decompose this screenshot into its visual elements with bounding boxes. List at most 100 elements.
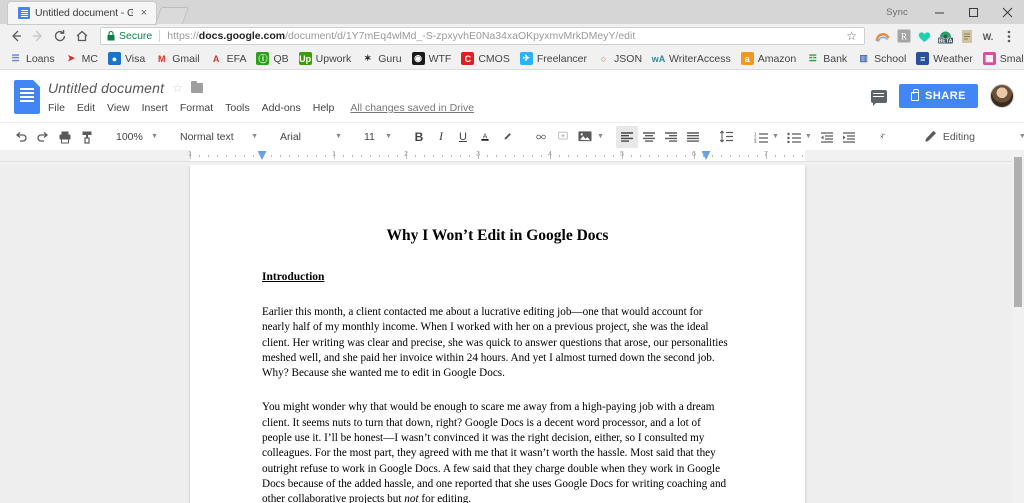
reload-icon[interactable]	[50, 26, 70, 46]
bookmark-bank[interactable]: ☲ Bank	[801, 50, 852, 68]
back-icon[interactable]	[6, 26, 26, 46]
ruler-tick	[451, 155, 452, 157]
bookmark-label: JSON	[614, 52, 643, 65]
editing-mode-select[interactable]: Editing	[924, 130, 975, 143]
bookmark-visa[interactable]: ● Visa	[103, 50, 150, 68]
ruler-tick	[568, 155, 569, 157]
bookmark-school[interactable]: ▥ School	[852, 50, 911, 68]
insert-image-button[interactable]	[574, 126, 596, 148]
bookmark-upwork[interactable]: Up Upwork	[294, 50, 357, 68]
ruler[interactable]: 1 1 2 3 4 5 6 7	[0, 150, 1024, 162]
avatar[interactable]	[990, 84, 1014, 108]
menu-help[interactable]: Help	[307, 102, 341, 114]
menu-edit[interactable]: Edit	[71, 102, 101, 114]
menu-format[interactable]: Format	[174, 102, 219, 114]
ruler-tick	[730, 155, 731, 157]
print-button[interactable]	[54, 126, 76, 148]
add-comment-button[interactable]	[552, 126, 574, 148]
bookmark-star-icon[interactable]: ☆	[843, 29, 860, 43]
zoom-select[interactable]: 100% ▼	[110, 126, 162, 148]
redo-button[interactable]	[32, 126, 54, 148]
w-extension-icon[interactable]: W.	[978, 27, 997, 46]
chevron-down-icon: ▼	[385, 133, 392, 140]
font-family-select[interactable]: Arial ▼	[274, 126, 346, 148]
chevron-down-icon[interactable]: ▼	[597, 133, 604, 140]
chrome-menu-icon[interactable]	[999, 27, 1018, 46]
address-bar[interactable]: Secure https://docs.google.com/document/…	[100, 27, 865, 45]
align-justify-button[interactable]	[682, 126, 704, 148]
bookmark-wtf[interactable]: ◉ WTF	[407, 50, 457, 68]
pdf-extension-icon[interactable]	[957, 27, 976, 46]
bookmark-amazon[interactable]: a Amazon	[736, 50, 802, 68]
page-title[interactable]: Untitled document	[48, 80, 164, 96]
ruler-tick	[442, 155, 443, 157]
tab-untitled-document[interactable]: Untitled document - Goo ×	[8, 2, 156, 24]
close-window-icon[interactable]	[990, 0, 1024, 24]
new-tab-button[interactable]	[154, 7, 190, 24]
font-size-select[interactable]: 11 ▼	[358, 126, 396, 148]
menu-tools[interactable]: Tools	[219, 102, 256, 114]
bookmark-qb[interactable]: ⓘ QB	[251, 50, 293, 68]
bookmark-mc[interactable]: ➤ MC	[60, 50, 103, 68]
left-indent-marker[interactable]	[257, 151, 267, 160]
google-docs-logo-icon[interactable]	[14, 80, 40, 114]
star-icon[interactable]: ☆	[172, 81, 183, 95]
text-color-button[interactable]: A	[474, 126, 496, 148]
save-status[interactable]: All changes saved in Drive	[350, 102, 474, 114]
bookmark-smallpdf[interactable]: ▦SmallPDF	[978, 50, 1024, 68]
comment-icon[interactable]	[870, 89, 887, 106]
bookmark-icon: ✶	[363, 53, 372, 63]
bookmark-icon: ≡	[916, 52, 930, 65]
underline-button[interactable]: U	[452, 126, 474, 148]
minimize-icon[interactable]	[922, 0, 956, 24]
document-page[interactable]: Why I Won’t Edit in Google Docs Introduc…	[190, 165, 805, 503]
bookmark-loans[interactable]: ☰ Loans	[4, 50, 60, 68]
chevron-down-icon[interactable]: ▼	[772, 133, 779, 140]
chevron-down-icon[interactable]: ▼	[805, 133, 812, 140]
url-text: https://docs.google.com/document/d/1Y7mE…	[167, 30, 839, 42]
gray-box-extension-icon[interactable]: R	[894, 27, 913, 46]
italic-button[interactable]: I	[430, 126, 452, 148]
increase-indent-button[interactable]	[838, 126, 860, 148]
rainbow-arc-extension-icon[interactable]	[873, 27, 892, 46]
menu-file[interactable]: File	[48, 102, 71, 114]
bookmark-writeraccess[interactable]: wA WriterAccess	[647, 50, 736, 68]
share-button[interactable]: SHARE	[898, 84, 978, 108]
bookmark-weather[interactable]: ≡ Weather	[911, 50, 978, 68]
move-to-folder-icon[interactable]	[191, 80, 204, 93]
vertical-scrollbar[interactable]	[1012, 157, 1024, 503]
align-left-button[interactable]	[615, 125, 638, 148]
bookmark-json[interactable]: ○ JSON	[592, 50, 647, 68]
decrease-indent-button[interactable]	[816, 126, 838, 148]
heart-extension-icon[interactable]	[915, 27, 934, 46]
menu-add-ons[interactable]: Add-ons	[256, 102, 307, 114]
align-right-button[interactable]	[660, 126, 682, 148]
ruler-tick	[784, 155, 785, 157]
paragraph-style-select[interactable]: Normal text ▼	[174, 126, 262, 148]
insert-link-button[interactable]	[530, 126, 552, 148]
sync-label[interactable]: Sync	[886, 7, 908, 18]
beta-extension-icon[interactable]: BETA	[936, 27, 955, 46]
chevron-down-icon: ▼	[335, 133, 342, 140]
align-center-button[interactable]	[638, 126, 660, 148]
home-icon[interactable]	[72, 26, 92, 46]
menu-view[interactable]: View	[101, 102, 136, 114]
bookmark-freelancer[interactable]: ✈ Freelancer	[515, 50, 592, 68]
maximize-icon[interactable]	[956, 0, 990, 24]
bookmark-cmos[interactable]: C CMOS	[456, 50, 515, 68]
bookmark-efa[interactable]: A EFA	[205, 50, 252, 68]
undo-button[interactable]	[10, 126, 32, 148]
menu-insert[interactable]: Insert	[136, 102, 174, 114]
bookmark-guru[interactable]: ✶ Guru	[356, 50, 406, 68]
bookmark-gmail[interactable]: M Gmail	[150, 50, 204, 68]
clear-formatting-button[interactable]	[872, 126, 894, 148]
bulleted-list-button[interactable]	[783, 126, 805, 148]
paint-format-button[interactable]	[76, 126, 98, 148]
close-tab-icon[interactable]: ×	[138, 7, 150, 19]
chevron-down-icon[interactable]: ▼	[1019, 133, 1024, 140]
numbered-list-button[interactable]: 123	[750, 126, 772, 148]
highlight-color-button[interactable]	[496, 126, 518, 148]
line-spacing-button[interactable]	[716, 126, 738, 148]
bold-button[interactable]: B	[408, 126, 430, 148]
scrollbar-thumb[interactable]	[1014, 157, 1022, 307]
